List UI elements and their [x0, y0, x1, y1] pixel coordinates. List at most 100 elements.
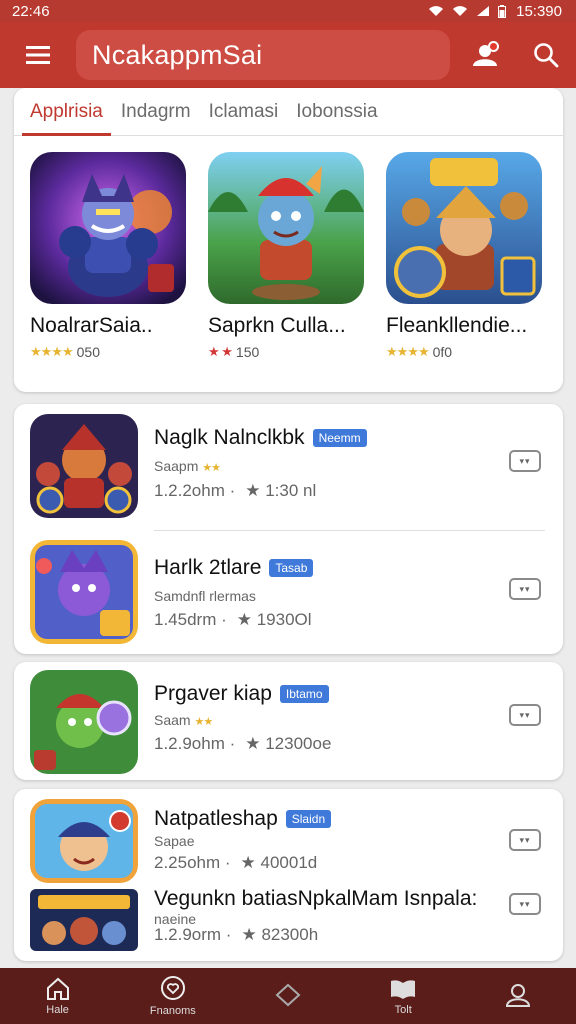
app-list-card: Naglk Nalnclkbk Neemm Saapm ★★ 1.2.2ohm ·… [14, 404, 563, 654]
nav-label: Tolt [394, 1003, 412, 1016]
app-title: Natpatleshap Slaidn [154, 807, 332, 831]
top-app-bar: NcakappmSai [0, 22, 576, 88]
install-button[interactable]: ▾▾ [509, 704, 541, 726]
app-icon [30, 670, 138, 774]
app-name: NoalrarSaia.. [30, 314, 153, 337]
app-badge: Ibtamo [279, 685, 329, 703]
app-meta: 1.2.9orm · ★ 82300h [154, 925, 318, 945]
app-subtitle: Saapm ★★ [154, 458, 221, 474]
wifi-icon [429, 6, 444, 16]
featured-app[interactable]: Fleankllendie... ★★★★ 0f0 [386, 152, 542, 360]
app-icon [30, 414, 138, 518]
notifications-button[interactable] [469, 39, 501, 71]
notification-dot [487, 41, 499, 52]
list-item[interactable]: Prgaver kiap Ibtamo Saam ★★ 1.2.9ohm · ★ 1… [14, 662, 563, 780]
app-list-card: Prgaver kiap Ibtamo Saam ★★ 1.2.9ohm · ★ 1… [14, 662, 563, 780]
app-title-text: Harlk 2tlare [154, 556, 262, 579]
app-subtitle-text: Saapm [154, 458, 199, 474]
app-icon [30, 799, 138, 883]
tab-3[interactable]: Iobonssia [296, 88, 377, 135]
app-rating: ★ ★ 150 [208, 344, 364, 360]
nav-library[interactable]: Tolt [346, 968, 461, 1024]
rating-stars: ★★★★ [386, 344, 430, 359]
app-name: Fleankllendie... [386, 314, 528, 337]
heart-icon [160, 975, 185, 1000]
list-item[interactable]: Naglk Nalnclkbk Neemm Saapm ★★ 1.2.2ohm ·… [14, 404, 563, 530]
install-button[interactable]: ▾▾ [509, 893, 541, 915]
install-button[interactable]: ▾▾ [509, 450, 541, 472]
featured-app[interactable]: Saprkn Culla... ★ ★ 150 [208, 152, 364, 360]
app-icon [30, 540, 138, 644]
app-rating: ★★★★ 050 [30, 344, 186, 360]
list-item[interactable]: Natpatleshap Slaidn Sapae 2.25ohm · ★ 4000… [14, 789, 563, 885]
app-title-text: Prgaver kiap [154, 682, 272, 705]
app-icon [30, 889, 138, 951]
status-time-right: 15:390 [516, 2, 562, 20]
app-meta: 1.2.2ohm · ★ 1:30 nl [154, 481, 316, 501]
status-bar: 22:46 15:390 [0, 0, 576, 22]
featured-card: Applrisia Indagrm Iclamasi Iobonssia Noa… [14, 88, 563, 392]
app-meta: 2.25ohm · ★ 40001d [154, 853, 317, 873]
app-downloads: ★ 1:30 nl [245, 481, 317, 500]
app-meta: 1.2.9ohm · ★ 12300oe [154, 734, 331, 754]
nav-label: Fnanoms [149, 1004, 196, 1017]
app-title-text: Naglk Nalnclkbk [154, 426, 305, 449]
search-bar[interactable]: NcakappmSai [76, 30, 450, 80]
app-size: 1.45drm · [154, 610, 227, 629]
install-button[interactable]: ▾▾ [509, 829, 541, 851]
nav-profile[interactable] [461, 968, 576, 1024]
category-tabs: Applrisia Indagrm Iclamasi Iobonssia [14, 88, 563, 136]
menu-button[interactable] [0, 22, 76, 88]
hamburger-icon [26, 46, 50, 64]
list-item[interactable]: Vegunkn batiasNpkalMam Isnpala: naeine 1… [14, 885, 563, 961]
rating-stars: ★★ [202, 462, 221, 474]
list-item[interactable]: Harlk 2tlare Tasab Samdnfl rlermas 1.45dr… [14, 530, 563, 654]
app-downloads: ★ 12300oe [245, 734, 332, 753]
rating-value: 050 [76, 344, 100, 360]
book-icon [391, 979, 416, 999]
tab-0[interactable]: Applrisia [22, 88, 111, 136]
rating-stars: ★ ★ [208, 344, 233, 359]
install-button[interactable]: ▾▾ [509, 578, 541, 600]
tab-1[interactable]: Indagrm [121, 88, 191, 135]
app-badge: Slaidn [285, 810, 332, 828]
featured-app[interactable]: NoalrarSaia.. ★★★★ 050 [30, 152, 186, 360]
app-size: 1.2.9orm · [154, 925, 232, 944]
app-name: Saprkn Culla... [208, 314, 346, 337]
nav-home[interactable]: Hale [0, 968, 115, 1024]
status-time-left: 22:46 [12, 2, 50, 20]
app-rating: ★★★★ 0f0 [386, 344, 542, 360]
rating-stars: ★★★★ [30, 344, 74, 359]
battery-icon [498, 4, 507, 18]
nav-label: Hale [46, 1003, 69, 1016]
profile-icon [506, 983, 531, 1007]
app-downloads: ★ 1930Ol [236, 610, 312, 629]
topbar-actions [450, 39, 576, 71]
app-size: 1.2.9ohm · [154, 734, 236, 753]
search-button[interactable] [530, 39, 562, 71]
bottom-nav: Hale Fnanoms Tolt [0, 968, 576, 1024]
home-icon [46, 977, 69, 1000]
rating-value: 150 [235, 344, 260, 360]
app-badge: Tasab [269, 559, 314, 577]
app-title: Prgaver kiap Ibtamo [154, 682, 329, 706]
app-title: Vegunkn batiasNpkalMam Isnpala: [154, 887, 478, 910]
tab-2[interactable]: Iclamasi [209, 88, 279, 135]
app-icon [208, 152, 364, 304]
app-subtitle: Sapae [154, 833, 195, 849]
nav-chat[interactable] [230, 968, 345, 1024]
rating-value: 0f0 [432, 344, 453, 360]
app-subtitle-text: Saam [154, 712, 191, 728]
nav-favorites[interactable]: Fnanoms [115, 968, 230, 1024]
app-size: 2.25ohm · [154, 853, 231, 872]
featured-apps: NoalrarSaia.. ★★★★ 050 Saprkn Culla... ★… [14, 136, 563, 360]
app-downloads: ★ 82300h [241, 925, 319, 944]
rating-stars: ★★ [194, 716, 213, 728]
app-badge: Neemm [312, 429, 367, 447]
app-title: Harlk 2tlare Tasab [154, 556, 314, 580]
app-title: Naglk Nalnclkbk Neemm [154, 426, 367, 450]
app-list-card: Natpatleshap Slaidn Sapae 2.25ohm · ★ 4000… [14, 789, 563, 961]
app-icon [386, 152, 542, 304]
signal-icon [477, 6, 490, 16]
status-right: 15:390 [428, 3, 562, 20]
